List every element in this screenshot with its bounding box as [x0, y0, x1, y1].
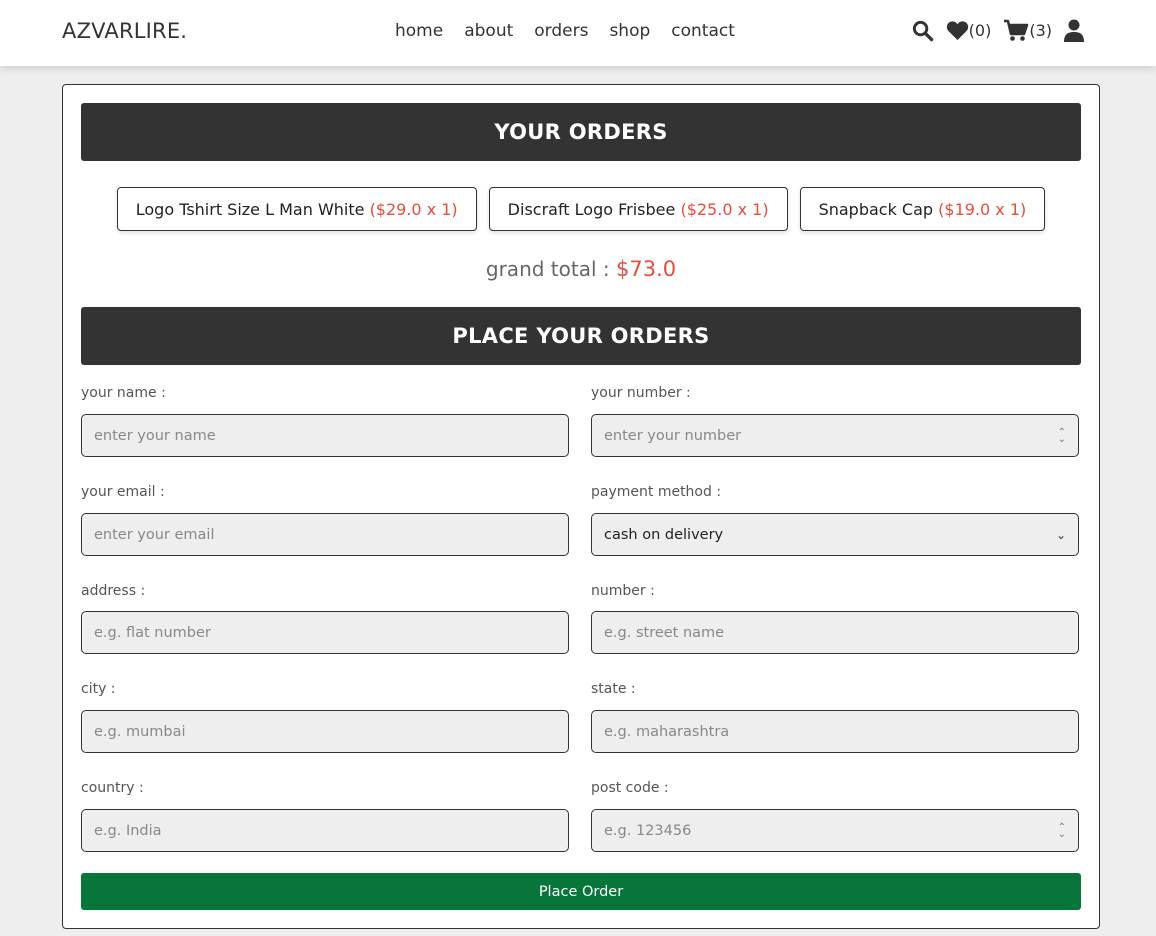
- nav-home[interactable]: home: [395, 21, 443, 41]
- state-label: state :: [591, 681, 636, 697]
- phone-number-placeholder: enter your number: [604, 427, 742, 444]
- state-placeholder: e.g. maharashtra: [604, 723, 730, 740]
- order-item-price: ($29.0 x 1): [369, 199, 458, 219]
- checkout-container: YOUR ORDERS Logo Tshirt Size L Man White…: [62, 84, 1100, 929]
- main-nav: home about orders shop contact: [395, 21, 756, 41]
- email-label: your email :: [81, 484, 165, 500]
- city-label: city :: [81, 681, 116, 697]
- payment-method-label: payment method :: [591, 484, 722, 500]
- order-item: Logo Tshirt Size L Man White ($29.0 x 1): [116, 187, 477, 231]
- street-placeholder: e.g. street name: [604, 624, 725, 641]
- cart-icon: [1004, 19, 1029, 41]
- nav-shop[interactable]: shop: [609, 21, 650, 41]
- nav-orders[interactable]: orders: [534, 21, 588, 41]
- heart-icon: [946, 21, 968, 41]
- user-button[interactable]: [1064, 19, 1084, 42]
- post-code-placeholder: e.g. 123456: [604, 822, 692, 839]
- name-label: your name :: [81, 385, 166, 401]
- city-input[interactable]: e.g. mumbai: [81, 710, 569, 753]
- header-icons: (0) (3): [911, 19, 1084, 42]
- post-code-stepper-icon[interactable]: ⌃ ⌄: [1058, 822, 1066, 839]
- order-item: Snapback Cap ($19.0 x 1): [799, 187, 1046, 231]
- grand-total-label: grand total :: [485, 257, 610, 281]
- street-input[interactable]: e.g. street name: [591, 611, 1079, 654]
- user-icon: [1064, 19, 1084, 42]
- chevron-down-icon: ⌄: [1055, 527, 1066, 542]
- order-item-name: Logo Tshirt Size L Man White: [135, 199, 365, 219]
- search-button[interactable]: [911, 19, 934, 42]
- country-input[interactable]: e.g. India: [81, 809, 569, 852]
- order-item-name: Snapback Cap: [818, 199, 934, 219]
- email-input[interactable]: enter your email: [81, 513, 569, 556]
- address-label: address :: [81, 583, 146, 599]
- number-stepper-icon[interactable]: ⌃ ⌄: [1058, 427, 1066, 444]
- country-label: country :: [81, 780, 144, 796]
- wishlist-count: (0): [968, 21, 992, 40]
- name-placeholder: enter your name: [94, 427, 216, 444]
- order-items-list: Logo Tshirt Size L Man White ($29.0 x 1)…: [63, 187, 1099, 231]
- post-code-input[interactable]: e.g. 123456 ⌃ ⌄: [591, 809, 1079, 852]
- grand-total: grand total : $73.0: [63, 257, 1099, 281]
- order-item-price: ($19.0 x 1): [938, 199, 1027, 219]
- search-icon: [912, 20, 933, 42]
- city-placeholder: e.g. mumbai: [94, 723, 186, 740]
- street-label: number :: [591, 583, 655, 599]
- email-placeholder: enter your email: [94, 526, 215, 543]
- orders-heading: YOUR ORDERS: [81, 103, 1081, 161]
- cart-count: (3): [1029, 21, 1052, 40]
- wishlist-button[interactable]: (0): [946, 20, 992, 41]
- place-order-button[interactable]: Place Order: [81, 873, 1081, 910]
- site-header: AZVARLIRE. home about orders shop contac…: [0, 0, 1156, 66]
- order-item-name: Discraft Logo Frisbee: [507, 199, 676, 219]
- nav-contact[interactable]: contact: [671, 21, 735, 41]
- place-orders-heading: PLACE YOUR ORDERS: [81, 307, 1081, 365]
- order-item: Discraft Logo Frisbee ($25.0 x 1): [488, 187, 788, 231]
- address-input[interactable]: e.g. flat number: [81, 611, 569, 654]
- order-item-price: ($25.0 x 1): [680, 199, 769, 219]
- payment-method-value: cash on delivery: [604, 526, 724, 543]
- name-input[interactable]: enter your name: [81, 414, 569, 457]
- cart-button[interactable]: (3): [1003, 19, 1052, 42]
- grand-total-value: $73.0: [615, 257, 677, 281]
- phone-number-input[interactable]: enter your number ⌃ ⌄: [591, 414, 1079, 457]
- state-input[interactable]: e.g. maharashtra: [591, 710, 1079, 753]
- address-placeholder: e.g. flat number: [94, 624, 211, 641]
- site-logo[interactable]: AZVARLIRE.: [62, 19, 187, 43]
- nav-about[interactable]: about: [464, 21, 513, 41]
- payment-method-select[interactable]: cash on delivery ⌄: [591, 513, 1079, 556]
- post-code-label: post code :: [591, 780, 669, 796]
- country-placeholder: e.g. India: [94, 822, 162, 839]
- number-label: your number :: [591, 385, 691, 401]
